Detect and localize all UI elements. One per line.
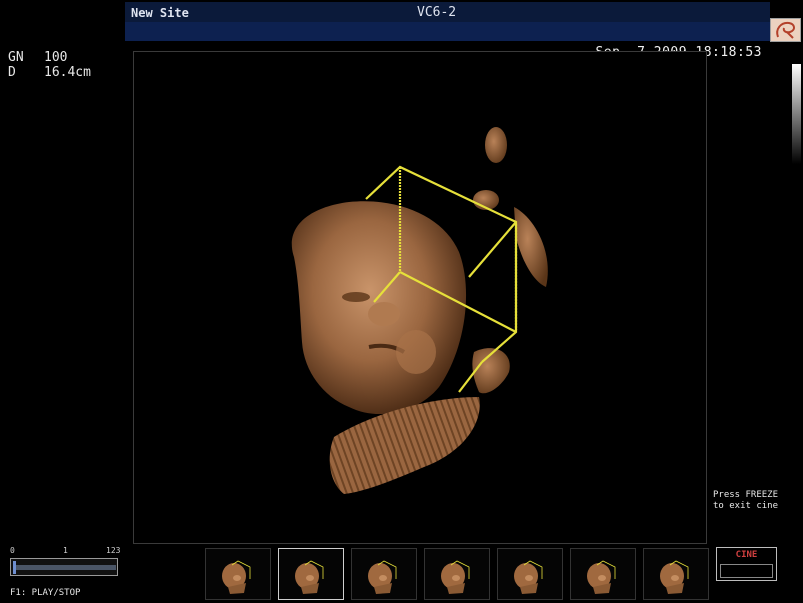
- param-depth-value: 16.4cm: [44, 65, 91, 80]
- freeze-instruction-line1: Press FREEZE: [713, 490, 779, 500]
- cine-thumbnail[interactable]: [424, 548, 490, 600]
- fetal-nose: [368, 302, 400, 326]
- thumbnail-render-icon: [222, 560, 251, 594]
- volume-render-viewport[interactable]: [133, 51, 707, 544]
- thumbnail-render-icon: [368, 560, 397, 594]
- thumbnail-render-icon: [587, 560, 616, 594]
- imaging-parameters: GN 100 D 16.4cm: [8, 50, 91, 80]
- cine-button-indicator: [720, 564, 773, 578]
- tissue-fragment: [485, 127, 507, 163]
- header-top-row: New Site VC6-2: [125, 2, 770, 22]
- header-bottom-row: Sep- 7-2009 18:18:53: [125, 22, 770, 60]
- site-name: New Site: [131, 6, 189, 20]
- thumbnail-render-icon: [660, 560, 689, 594]
- key-hint: F1: PLAY/STOP: [10, 588, 81, 598]
- freeze-instruction: Press FREEZE to exit cine: [713, 490, 778, 512]
- cine-track-fill: [13, 565, 116, 570]
- fetal-cheek: [396, 330, 436, 374]
- cine-slider[interactable]: 0 1 123: [10, 546, 120, 580]
- param-depth-label: D: [8, 65, 16, 80]
- cine-slider-handle[interactable]: [13, 561, 16, 574]
- param-gain-label: GN: [8, 50, 24, 65]
- cine-button-label: CINE: [735, 550, 758, 560]
- probe-name: VC6-2: [417, 5, 457, 20]
- cine-scale-start: 0: [10, 546, 15, 555]
- fetal-3d-render: [291, 127, 548, 494]
- brand-logo-icon: [770, 18, 801, 42]
- fetal-eye: [342, 292, 370, 302]
- cine-thumbnail[interactable]: [351, 548, 417, 600]
- thumbnail-render-icon: [441, 560, 470, 594]
- param-gain: GN 100: [8, 50, 91, 65]
- fetal-hand: [329, 397, 480, 494]
- cine-thumbnail[interactable]: [278, 548, 344, 600]
- tissue-fragment: [514, 207, 548, 287]
- cine-thumbnail[interactable]: [570, 548, 636, 600]
- cine-thumbnail-strip: [205, 546, 710, 600]
- freeze-instruction-line2: to exit cine: [713, 501, 779, 511]
- thumbnail-render-icon: [514, 560, 543, 594]
- cine-thumbnail[interactable]: [643, 548, 709, 600]
- param-gain-value: 100: [44, 50, 68, 65]
- cine-scale-end: 123: [106, 546, 121, 555]
- cine-track[interactable]: [10, 558, 118, 576]
- grayscale-bar: [792, 64, 801, 164]
- cine-scale-mid: 1: [63, 546, 68, 555]
- thumbnail-render-icon: [295, 560, 324, 594]
- cine-button[interactable]: CINE: [716, 547, 777, 581]
- param-depth: D 16.4cm: [8, 65, 91, 80]
- header-bar: New Site VC6-2 Sep- 7-2009 18:18:53: [125, 0, 770, 60]
- cine-thumbnail[interactable]: [497, 548, 563, 600]
- cine-thumbnail[interactable]: [205, 548, 271, 600]
